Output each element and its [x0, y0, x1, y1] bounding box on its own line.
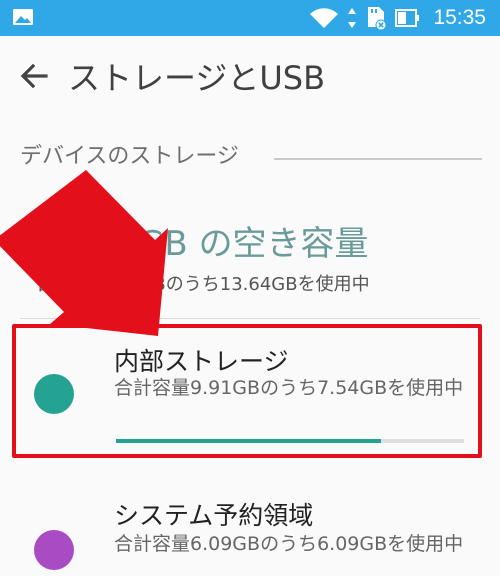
wifi-icon	[310, 8, 339, 28]
total-used-rest: 0GBのうち13.64GBを使用中	[128, 274, 370, 295]
section-divider	[274, 158, 482, 160]
page-title: ストレージとUSB	[68, 59, 326, 97]
status-icons: 15:35	[309, 0, 486, 36]
free-space-unit: GB	[138, 224, 188, 264]
free-space-summary: 2. GB の空き容量	[36, 216, 369, 265]
gallery-icon	[13, 9, 33, 25]
total-used-prefix: 合計容	[36, 274, 90, 295]
list-divider	[20, 318, 480, 319]
free-space-label: の空き容量	[198, 224, 369, 264]
free-space-number: 2.	[36, 216, 77, 265]
system-reserved-summary: 合計容量6.09GBのうち6.09GBを使用中	[114, 533, 464, 555]
internal-storage-summary: 合計容量9.91GBのうち7.54GBを使用中	[114, 377, 464, 399]
sd-card-icon	[368, 7, 387, 31]
system-reserved-title: システム予約領域	[114, 501, 314, 530]
internal-storage-progress-track	[116, 439, 464, 443]
storage-item-system-reserved[interactable]: システム予約領域 合計容量6.09GBのうち6.09GBを使用中	[0, 488, 500, 576]
data-transfer-icon	[348, 8, 357, 28]
internal-storage-title: 内部ストレージ	[114, 347, 289, 376]
back-button[interactable]	[16, 58, 52, 94]
storage-item-internal[interactable]: 内部ストレージ 合計容量9.91GBのうち7.54GBを使用中	[0, 322, 500, 462]
arrow-left-icon	[20, 63, 48, 89]
system-reserved-color-dot	[34, 530, 74, 570]
status-time: 15:35	[433, 6, 486, 29]
section-header-device-storage: デバイスのストレージ	[20, 144, 239, 169]
status-bar: 15:35	[0, 0, 500, 36]
total-used-summary: 合計容 0GBのうち13.64GBを使用中	[36, 270, 370, 296]
battery-icon	[395, 9, 420, 27]
internal-storage-color-dot	[34, 374, 74, 414]
internal-storage-progress-fill	[116, 439, 381, 443]
app-bar: ストレージとUSB	[0, 36, 500, 114]
